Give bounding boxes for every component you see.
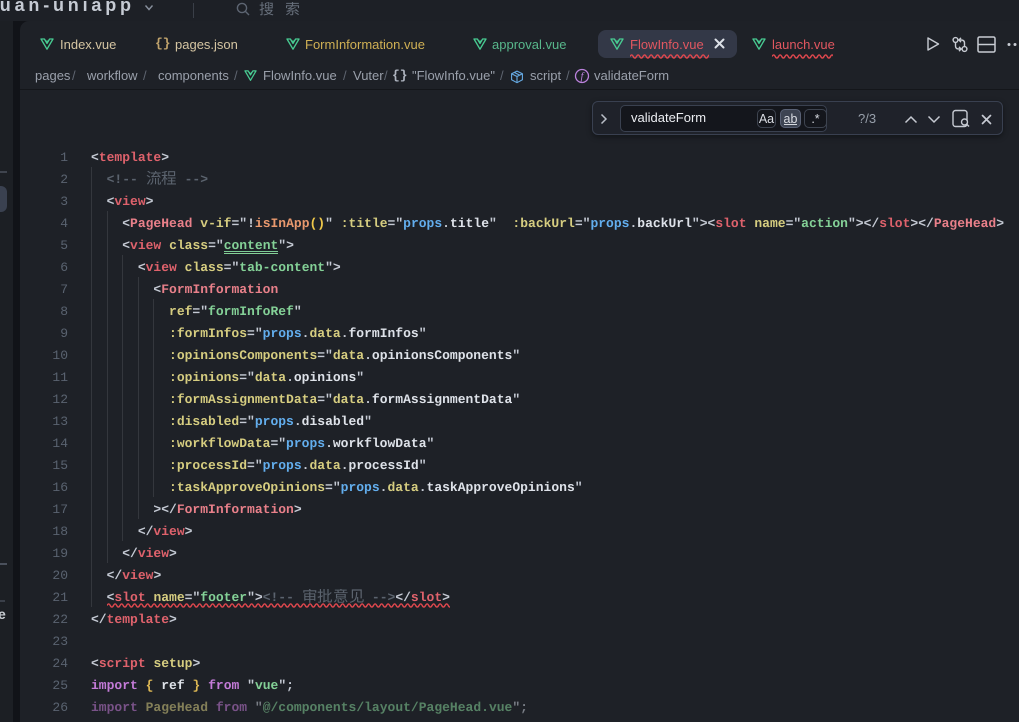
svg-text:f: f bbox=[581, 72, 586, 83]
